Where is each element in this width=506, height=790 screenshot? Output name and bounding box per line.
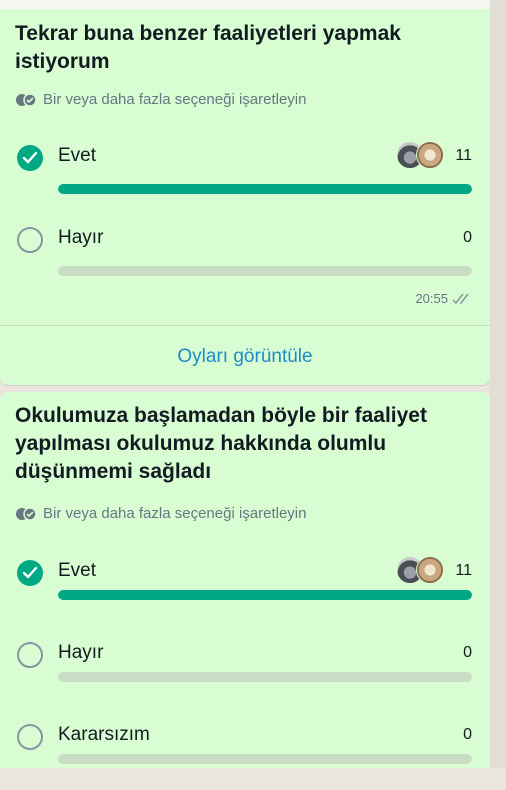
voter-avatars[interactable] xyxy=(396,141,444,169)
option-progress-bar xyxy=(58,590,472,600)
poll-option-hayir[interactable]: Hayır 0 xyxy=(0,638,490,708)
checked-icon[interactable] xyxy=(17,145,43,171)
option-vote-count: 11 xyxy=(455,147,472,164)
chat-background xyxy=(490,0,506,768)
poll-hint-text: Bir veya daha fazla seçeneği işaretleyin xyxy=(43,505,307,522)
option-progress-bar xyxy=(58,184,472,194)
poll-hint-text: Bir veya daha fazla seçeneği işaretleyin xyxy=(43,91,307,108)
unchecked-circle-icon[interactable] xyxy=(17,227,43,253)
multi-select-icon xyxy=(16,506,37,521)
multi-select-icon xyxy=(16,92,37,107)
option-vote-count: 0 xyxy=(463,229,472,246)
unchecked-circle-icon[interactable] xyxy=(17,724,43,750)
poll-option-hayir[interactable]: Hayır 0 xyxy=(0,223,490,293)
poll-message-1: Tekrar buna benzer faaliyetleri yapmak i… xyxy=(0,9,490,385)
message-meta: 20:55 xyxy=(415,291,472,306)
poll-hint: Bir veya daha fazla seçeneği işaretleyin xyxy=(15,505,306,522)
progress-fill xyxy=(58,184,472,194)
option-label: Evet xyxy=(58,560,97,581)
poll-question: Okulumuza başlamadan böyle bir faaliyet … xyxy=(15,404,427,483)
option-progress-bar xyxy=(58,754,472,764)
avatar xyxy=(416,556,444,584)
option-progress-bar xyxy=(58,672,472,682)
avatar xyxy=(416,141,444,169)
poll-hint: Bir veya daha fazla seçeneği işaretleyin xyxy=(15,91,306,108)
progress-fill xyxy=(58,590,472,600)
option-vote-count: 11 xyxy=(455,562,472,579)
voter-avatars[interactable] xyxy=(396,556,444,584)
poll-option-evet[interactable]: Evet 11 xyxy=(0,141,490,211)
option-vote-count: 0 xyxy=(463,644,472,661)
option-label: Hayır xyxy=(58,227,104,248)
poll-message-2: Okulumuza başlamadan böyle bir faaliyet … xyxy=(0,392,490,768)
option-label: Hayır xyxy=(58,642,104,663)
option-label: Evet xyxy=(58,145,97,166)
previous-message-edge xyxy=(0,0,490,9)
poll-question: Tekrar buna benzer faaliyetleri yapmak i… xyxy=(15,22,401,73)
option-progress-bar xyxy=(58,266,472,276)
divider xyxy=(0,325,490,326)
checked-icon[interactable] xyxy=(17,560,43,586)
double-check-icon xyxy=(452,293,469,304)
unchecked-circle-icon[interactable] xyxy=(17,642,43,668)
message-time: 20:55 xyxy=(415,291,448,306)
view-votes-button[interactable]: Oyları görüntüle xyxy=(0,346,490,368)
option-label: Kararsızım xyxy=(58,724,150,745)
option-vote-count: 0 xyxy=(463,726,472,743)
poll-option-kararsizim[interactable]: Kararsızım 0 xyxy=(0,720,490,790)
poll-option-evet[interactable]: Evet 11 xyxy=(0,556,490,626)
